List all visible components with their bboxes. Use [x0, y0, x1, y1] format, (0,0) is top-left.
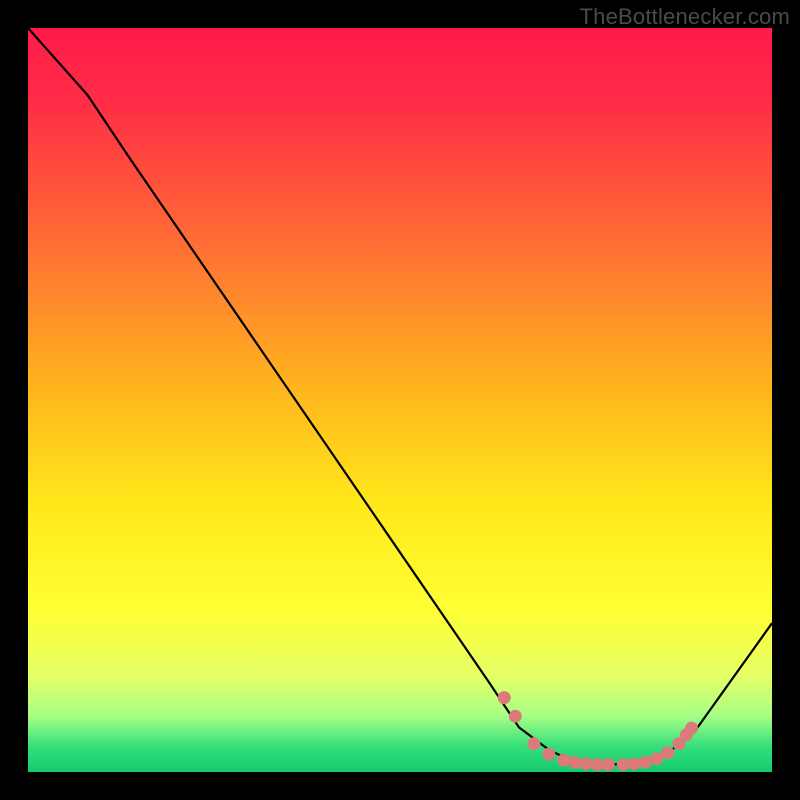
attribution-text: TheBottlenecker.com: [580, 4, 790, 30]
background-gradient: [28, 28, 772, 772]
chart-frame: TheBottlenecker.com: [0, 0, 800, 800]
plot-area: [28, 28, 772, 772]
